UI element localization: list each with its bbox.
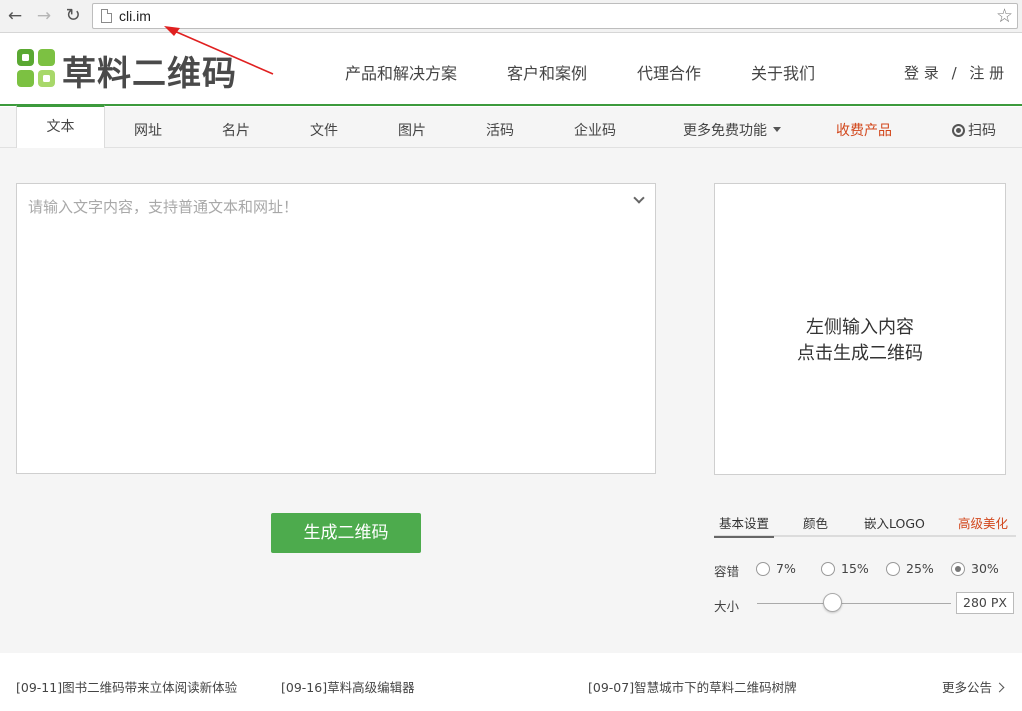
error-radio-15[interactable] [821,562,835,576]
tab-paid[interactable]: 收费产品 [836,120,892,140]
tab-live[interactable]: 活码 [486,120,514,140]
size-input[interactable]: 280 PX [956,592,1014,614]
login-link[interactable]: 登 录 [904,64,939,82]
auth-links: 登 录 / 注 册 [900,62,1008,83]
size-label: 大小 [714,599,740,614]
error-radio-30[interactable] [951,562,965,576]
settings-tab-color[interactable]: 颜色 [803,513,828,532]
bookmark-star-icon[interactable]: ☆ [996,5,1013,27]
main-content: 请输入文字内容，支持普通文本和网址！ 生成二维码 左侧输入内容 点击生成二维码 [0,148,1022,653]
settings-tab-basic[interactable]: 基本设置 [714,513,774,538]
main-nav: 产品和解决方案 客户和案例 代理合作 关于我们 [345,60,865,84]
tab-scan-label: 扫码 [968,123,996,139]
tab-enterprise[interactable]: 企业码 [574,120,616,140]
caret-down-icon [773,127,781,132]
logo-icon[interactable] [16,48,56,88]
generate-button[interactable]: 生成二维码 [271,513,421,553]
url-text[interactable]: cli.im [119,8,151,24]
annotation-arrow-icon [164,26,274,75]
error-radio-25[interactable] [886,562,900,576]
tab-image[interactable]: 图片 [398,120,426,140]
tab-more-label: 更多免费功能 [683,123,767,139]
preview-hint-line2: 点击生成二维码 [797,343,923,364]
tab-card[interactable]: 名片 [222,120,250,140]
qr-preview: 左侧输入内容 点击生成二维码 [714,183,1006,475]
error-correction-label: 容错 [714,564,740,579]
tab-text[interactable]: 文本 [16,105,105,148]
page-icon [101,9,112,23]
settings-tab-advanced[interactable]: 高级美化 [958,513,1008,532]
nav-customers[interactable]: 客户和案例 [507,60,587,84]
notice-item[interactable]: [09-07]智慧城市下的草料二维码树牌 [588,677,797,696]
content-input[interactable]: 请输入文字内容，支持普通文本和网址！ [16,183,656,474]
tab-url[interactable]: 网址 [134,120,162,140]
error-radio-7[interactable] [756,562,770,576]
error-option-15: 15% [841,561,869,576]
tab-scan[interactable]: 扫码 [952,120,996,140]
preview-hint-line1: 左侧输入内容 [806,317,914,338]
notice-item[interactable]: [09-11]图书二维码带来立体阅读新体验 [16,677,237,696]
tab-more[interactable]: 更多免费功能 [683,120,781,140]
reload-icon[interactable]: ↻ [62,5,84,27]
back-arrow-icon[interactable]: ← [4,5,26,27]
notice-item[interactable]: [09-16]草料高级编辑器 [281,677,415,696]
function-tabs: 文本 网址 名片 文件 图片 活码 企业码 更多免费功能 收费产品 扫码 [0,105,1022,148]
register-link[interactable]: 注 册 [969,64,1004,82]
settings-tabs: 基本设置 颜色 嵌入LOGO 高级美化 [714,504,1016,538]
nav-agency[interactable]: 代理合作 [637,60,701,84]
forward-arrow-icon[interactable]: → [33,5,55,27]
tab-file[interactable]: 文件 [310,120,338,140]
error-option-7: 7% [776,561,796,576]
more-notices-label: 更多公告 [942,680,993,695]
more-notices-link[interactable]: 更多公告 [942,677,1005,696]
notice-bar: [09-11]图书二维码带来立体阅读新体验 [09-16]草料高级编辑器 [09… [0,653,1022,711]
size-slider-track[interactable] [757,603,951,604]
scan-icon [952,124,965,137]
nav-products[interactable]: 产品和解决方案 [345,60,457,84]
size-slider-handle[interactable] [822,593,842,612]
auth-separator: / [951,64,957,82]
content-input-placeholder: 请输入文字内容，支持普通文本和网址！ [28,198,299,216]
chevron-down-icon[interactable] [633,192,645,204]
chevron-right-icon [994,682,1005,693]
settings-tab-logo[interactable]: 嵌入LOGO [864,513,925,532]
error-option-25: 25% [906,561,934,576]
error-option-30: 30% [971,561,999,576]
nav-about[interactable]: 关于我们 [751,60,815,84]
